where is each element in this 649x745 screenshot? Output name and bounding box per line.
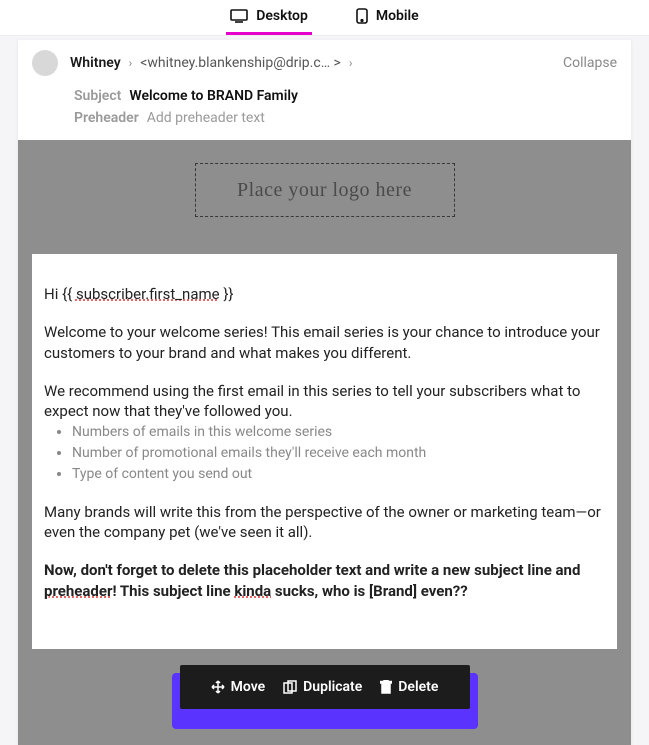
- subject-value: Welcome to BRAND Family: [129, 88, 298, 104]
- body-paragraph: We recommend using the first email in th…: [44, 381, 605, 422]
- merge-tag: subscriber.first_name: [76, 285, 220, 303]
- body-paragraph: Many brands will write this from the per…: [44, 502, 605, 543]
- tab-desktop[interactable]: Desktop: [226, 0, 312, 35]
- subject-row[interactable]: Subject Welcome to BRAND Family: [74, 88, 617, 104]
- body-wrap: Hi {{ subscriber.first_name }} Welcome t…: [18, 240, 631, 663]
- block-toolbar: Move Duplicate: [180, 665, 470, 721]
- from-line[interactable]: Whitney › <whitney.blankenship@drip.c… >…: [70, 55, 352, 71]
- subject-label: Subject: [74, 88, 121, 104]
- spellcheck-word: kinda: [234, 582, 271, 600]
- list-item: Number of promotional emails they'll rec…: [72, 444, 605, 463]
- email-body[interactable]: Hi {{ subscriber.first_name }} Welcome t…: [32, 254, 617, 649]
- body-paragraph-strong: Now, don't forget to delete this placeho…: [44, 560, 605, 601]
- duplicate-label: Duplicate: [303, 679, 362, 695]
- collapse-button[interactable]: Collapse: [563, 55, 617, 71]
- list-item: Numbers of emails in this welcome series: [72, 423, 605, 442]
- move-button[interactable]: Move: [211, 679, 266, 695]
- delete-label: Delete: [398, 679, 438, 695]
- body-paragraph: Welcome to your welcome series! This ema…: [44, 322, 605, 363]
- chevron-right-icon: ›: [349, 56, 353, 70]
- desktop-icon: [230, 9, 248, 23]
- email-header-row: Whitney › <whitney.blankenship@drip.c… >…: [18, 40, 631, 80]
- tab-mobile-label: Mobile: [376, 8, 419, 24]
- from-name: Whitney: [70, 55, 121, 71]
- move-label: Move: [231, 679, 266, 695]
- tab-desktop-label: Desktop: [256, 8, 308, 24]
- toolbar-bar: Move Duplicate: [180, 665, 470, 709]
- body-bullets: Numbers of emails in this welcome series…: [72, 423, 605, 484]
- preheader-row[interactable]: Preheader Add preheader text: [74, 110, 617, 126]
- logo-placeholder[interactable]: Place your logo here: [195, 163, 455, 217]
- email-meta: Subject Welcome to BRAND Family Preheade…: [18, 80, 631, 140]
- duplicate-icon: [283, 680, 297, 694]
- spellcheck-word: preheader: [44, 582, 112, 600]
- delete-button[interactable]: Delete: [380, 679, 438, 695]
- preheader-label: Preheader: [74, 110, 139, 126]
- logo-band: Place your logo here: [18, 140, 631, 240]
- list-item: Type of content you send out: [72, 465, 605, 484]
- block-toolbar-wrap: Move Duplicate: [18, 663, 631, 745]
- preview-tabs: Desktop Mobile: [0, 0, 649, 36]
- chevron-right-icon: ›: [129, 56, 133, 70]
- greeting-prefix: Hi {{: [44, 285, 76, 303]
- mobile-icon: [356, 8, 368, 24]
- move-icon: [211, 680, 225, 694]
- from-email: <whitney.blankenship@drip.c… >: [140, 55, 341, 71]
- avatar: [32, 50, 58, 76]
- duplicate-button[interactable]: Duplicate: [283, 679, 362, 695]
- preheader-placeholder: Add preheader text: [147, 110, 265, 126]
- greeting-suffix: }}: [220, 285, 234, 303]
- tab-mobile[interactable]: Mobile: [352, 0, 423, 35]
- greeting-line: Hi {{ subscriber.first_name }}: [44, 284, 605, 304]
- trash-icon: [380, 680, 392, 694]
- email-preview-card: Whitney › <whitney.blankenship@drip.c… >…: [18, 40, 631, 745]
